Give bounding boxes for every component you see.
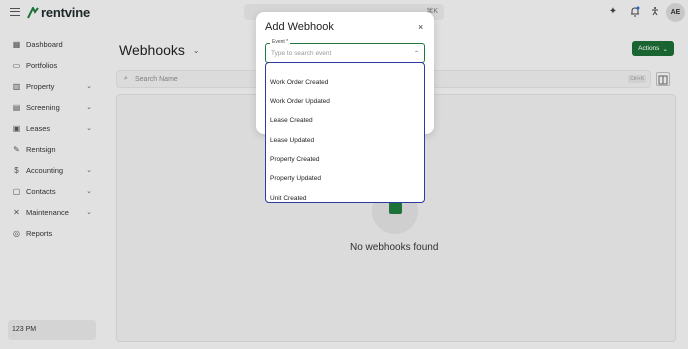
event-field-label: Event * [270, 39, 291, 45]
dropdown-option[interactable]: Work Order Updated [270, 98, 330, 105]
event-placeholder: Type to search event [271, 50, 332, 57]
event-search-input[interactable]: Event * Type to search event ⌃ [265, 39, 425, 63]
modal-title: Add Webhook [265, 21, 334, 33]
dropdown-option[interactable]: Unit Created [270, 195, 307, 202]
event-dropdown-list[interactable]: Work Order Created Work Order Updated Le… [265, 62, 425, 203]
dropdown-option[interactable]: Property Created [270, 156, 320, 163]
chevron-up-icon: ⌃ [413, 51, 419, 57]
dropdown-option[interactable]: Work Order Created [270, 79, 328, 86]
dropdown-option[interactable]: Lease Updated [270, 137, 314, 144]
dropdown-option[interactable]: Lease Created [270, 117, 313, 124]
dropdown-option[interactable]: Property Updated [270, 175, 321, 182]
close-icon[interactable]: × [418, 22, 423, 32]
